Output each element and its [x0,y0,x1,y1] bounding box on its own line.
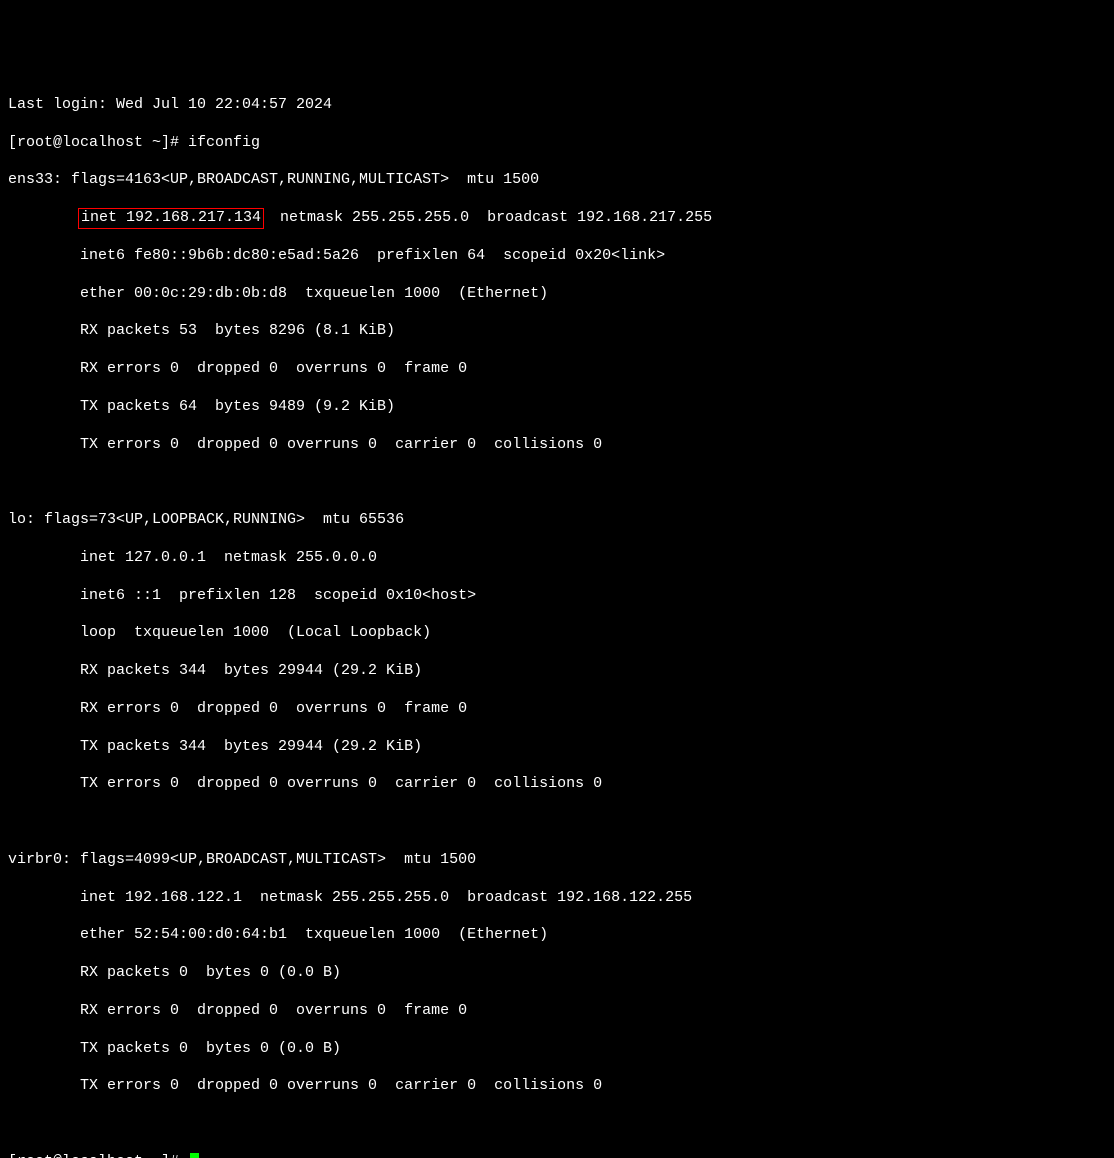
last-login-line: Last login: Wed Jul 10 22:04:57 2024 [8,96,1106,115]
virbr0-rx-errors: RX errors 0 dropped 0 overruns 0 frame 0 [8,1002,1106,1021]
lo-header: lo: flags=73<UP,LOOPBACK,RUNNING> mtu 65… [8,511,1106,530]
prompt: [root@localhost ~]# [8,1153,188,1158]
command-line-1: [root@localhost ~]# ifconfig [8,134,1106,153]
ens33-tx-errors: TX errors 0 dropped 0 overruns 0 carrier… [8,436,1106,455]
lo-tx-packets: TX packets 344 bytes 29944 (29.2 KiB) [8,738,1106,757]
blank-line [8,813,1106,832]
virbr0-tx-errors: TX errors 0 dropped 0 overruns 0 carrier… [8,1077,1106,1096]
blank-line [8,1115,1106,1134]
command-line-2[interactable]: [root@localhost ~]# [8,1153,1106,1158]
virbr0-header: virbr0: flags=4099<UP,BROADCAST,MULTICAS… [8,851,1106,870]
lo-loop: loop txqueuelen 1000 (Local Loopback) [8,624,1106,643]
prompt: [root@localhost ~]# [8,134,188,151]
virbr0-tx-packets: TX packets 0 bytes 0 (0.0 B) [8,1040,1106,1059]
ens33-inet6: inet6 fe80::9b6b:dc80:e5ad:5a26 prefixle… [8,247,1106,266]
virbr0-inet: inet 192.168.122.1 netmask 255.255.255.0… [8,889,1106,908]
ens33-tx-packets: TX packets 64 bytes 9489 (9.2 KiB) [8,398,1106,417]
ens33-rx-errors: RX errors 0 dropped 0 overruns 0 frame 0 [8,360,1106,379]
highlighted-ip: inet 192.168.217.134 [78,208,264,229]
lo-tx-errors: TX errors 0 dropped 0 overruns 0 carrier… [8,775,1106,794]
ens33-ether: ether 00:0c:29:db:0b:d8 txqueuelen 1000 … [8,285,1106,304]
blank-line [8,473,1106,492]
command-text: ifconfig [188,134,260,151]
lo-rx-packets: RX packets 344 bytes 29944 (29.2 KiB) [8,662,1106,681]
lo-inet6: inet6 ::1 prefixlen 128 scopeid 0x10<hos… [8,587,1106,606]
lo-rx-errors: RX errors 0 dropped 0 overruns 0 frame 0 [8,700,1106,719]
virbr0-ether: ether 52:54:00:d0:64:b1 txqueuelen 1000 … [8,926,1106,945]
inet-rest: netmask 255.255.255.0 broadcast 192.168.… [262,209,712,226]
ens33-header: ens33: flags=4163<UP,BROADCAST,RUNNING,M… [8,171,1106,190]
lo-inet: inet 127.0.0.1 netmask 255.0.0.0 [8,549,1106,568]
cursor-icon [190,1153,199,1158]
ens33-rx-packets: RX packets 53 bytes 8296 (8.1 KiB) [8,322,1106,341]
virbr0-rx-packets: RX packets 0 bytes 0 (0.0 B) [8,964,1106,983]
inet-indent [8,209,80,226]
terminal-window[interactable]: Last login: Wed Jul 10 22:04:57 2024 [ro… [0,75,1114,1158]
ens33-inet-line: inet 192.168.217.134 netmask 255.255.255… [8,209,1106,228]
